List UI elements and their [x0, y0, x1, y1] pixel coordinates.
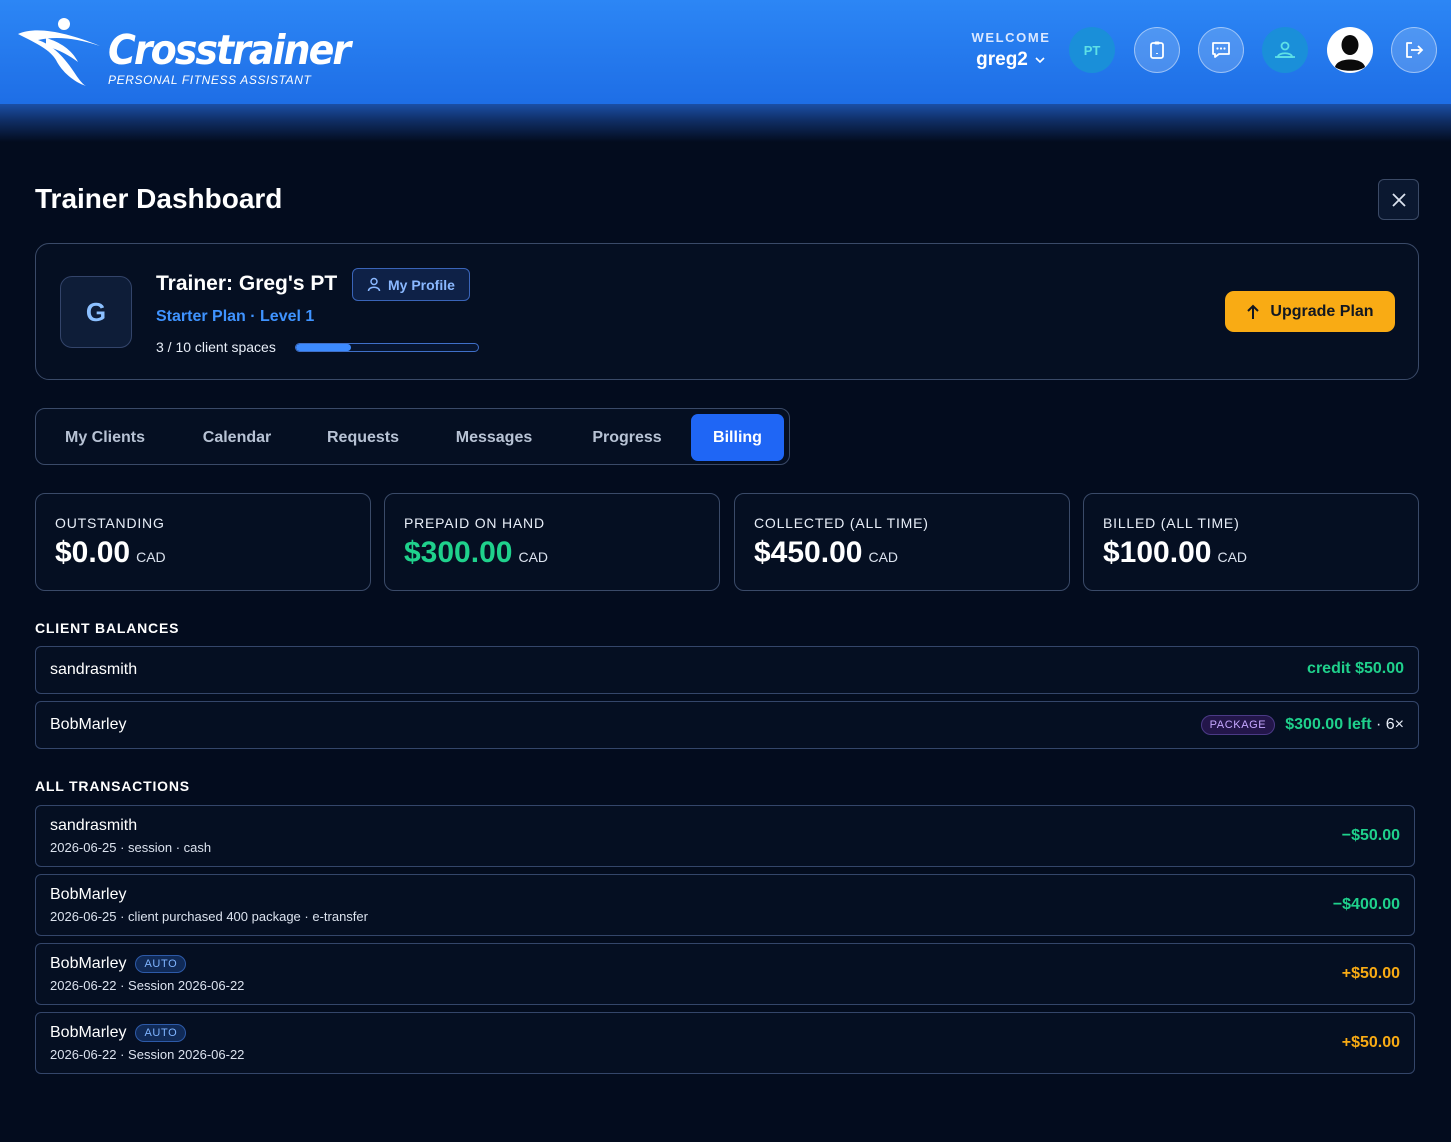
- trainer-name-prefix: Trainer:: [156, 272, 234, 295]
- package-badge: PACKAGE: [1200, 715, 1276, 735]
- client-spaces-progress-fill: [296, 344, 351, 351]
- upgrade-plan-label: Upgrade Plan: [1270, 302, 1374, 320]
- trainer-profile-card: G Trainer: Greg's PT My Profile Starter …: [35, 243, 1419, 380]
- stat-value: $0.00: [55, 536, 131, 569]
- stat-unit: CAD: [136, 549, 166, 565]
- transaction-client: BobMarley: [50, 955, 127, 972]
- balance-row[interactable]: sandrasmith credit $50.00: [35, 646, 1419, 694]
- chat-icon: [1212, 42, 1230, 58]
- avatar: [1328, 28, 1372, 72]
- balance-client-name: sandrasmith: [50, 661, 138, 678]
- clipboard-button[interactable]: [1134, 27, 1180, 73]
- my-profile-label: My Profile: [388, 276, 455, 293]
- balance-row[interactable]: BobMarley PACKAGE $300.00 left · 6×: [35, 701, 1419, 749]
- transaction-row[interactable]: sandrasmith 2026-06-25 · session · cash …: [35, 805, 1415, 867]
- transaction-client: BobMarley: [50, 1024, 127, 1041]
- clients-button[interactable]: [1262, 27, 1308, 73]
- auto-badge: AUTO: [135, 955, 187, 973]
- username: greg2: [976, 49, 1028, 70]
- stat-label: PREPAID ON HAND: [404, 515, 545, 531]
- clipboard-icon: [1150, 41, 1164, 59]
- page-title: Trainer Dashboard: [35, 183, 283, 214]
- logout-button[interactable]: [1391, 27, 1437, 73]
- user-menu[interactable]: WELCOME greg2: [966, 30, 1056, 71]
- stat-outstanding: OUTSTANDING $0.00 CAD: [35, 493, 371, 591]
- transaction-amount: −$50.00: [1341, 827, 1400, 844]
- tab-requests[interactable]: Requests: [305, 414, 421, 461]
- clients-icon: [1275, 41, 1295, 58]
- stat-label: COLLECTED (ALL TIME): [754, 515, 929, 531]
- transaction-meta: 2026-06-22 · Session 2026-06-22: [50, 1047, 245, 1062]
- trainer-avatar: G: [60, 276, 132, 348]
- transaction-amount: +$50.00: [1341, 1034, 1400, 1051]
- stat-prepaid: PREPAID ON HAND $300.00 CAD: [384, 493, 720, 591]
- auto-badge: AUTO: [135, 1024, 187, 1042]
- trainer-name: Trainer: Greg's PT: [156, 272, 337, 296]
- transaction-row[interactable]: BobMarley 2026-06-25 · client purchased …: [35, 874, 1415, 936]
- stat-value: $450.00: [754, 536, 863, 569]
- brand-logo[interactable]: Crosstrainer PERSONAL FITNESS ASSISTANT: [16, 16, 351, 88]
- close-icon: [1391, 192, 1406, 207]
- transaction-row[interactable]: BobMarley AUTO 2026-06-22 · Session 2026-…: [35, 943, 1415, 1005]
- stat-value: $300.00: [404, 536, 513, 569]
- transaction-amount: +$50.00: [1341, 965, 1400, 982]
- transaction-client: BobMarley: [50, 886, 127, 903]
- balance-client-name: BobMarley: [50, 716, 127, 733]
- arrow-up-icon: [1247, 304, 1260, 319]
- client-balances-heading: CLIENT BALANCES: [35, 620, 180, 636]
- messages-button[interactable]: [1198, 27, 1244, 73]
- package-sessions: · 6×: [1375, 716, 1404, 733]
- stat-unit: CAD: [1217, 549, 1248, 565]
- header-shadow: [0, 104, 1451, 142]
- stat-unit: CAD: [868, 549, 899, 565]
- top-bar: Crosstrainer PERSONAL FITNESS ASSISTANT …: [0, 0, 1451, 104]
- transaction-amount: −$400.00: [1332, 896, 1400, 913]
- transaction-meta: 2026-06-25 · session · cash: [50, 840, 212, 855]
- tab-progress[interactable]: Progress: [567, 414, 687, 461]
- stat-label: OUTSTANDING: [55, 515, 165, 531]
- tab-my-clients[interactable]: My Clients: [41, 414, 169, 461]
- tab-billing[interactable]: Billing: [691, 414, 784, 461]
- transaction-client: sandrasmith: [50, 817, 138, 834]
- brand-name: Crosstrainer: [108, 26, 351, 74]
- upgrade-plan-button[interactable]: Upgrade Plan: [1225, 291, 1395, 332]
- close-button[interactable]: [1378, 179, 1419, 220]
- logout-icon: [1406, 42, 1424, 58]
- stat-collected: COLLECTED (ALL TIME) $450.00 CAD: [734, 493, 1070, 591]
- transactions-heading: ALL TRANSACTIONS: [35, 778, 190, 794]
- balance-credit: credit $50.00: [1307, 660, 1404, 677]
- plan-level: Starter Plan · Level 1: [156, 308, 315, 325]
- tab-messages[interactable]: Messages: [426, 414, 562, 461]
- client-spaces-progress: [295, 343, 479, 352]
- profile-avatar-button[interactable]: [1327, 27, 1373, 73]
- pt-mode-button[interactable]: PT: [1069, 27, 1115, 73]
- package-remaining: $300.00 left: [1285, 716, 1372, 733]
- brand-tagline: PERSONAL FITNESS ASSISTANT: [108, 73, 312, 87]
- transaction-meta: 2026-06-22 · Session 2026-06-22: [50, 978, 245, 993]
- welcome-label: WELCOME: [971, 30, 1051, 45]
- tab-calendar[interactable]: Calendar: [174, 414, 300, 461]
- stat-billed: BILLED (ALL TIME) $100.00 CAD: [1083, 493, 1419, 591]
- stat-label: BILLED (ALL TIME): [1103, 515, 1240, 531]
- runner-logo-icon: [18, 18, 100, 86]
- transaction-row[interactable]: BobMarley AUTO 2026-06-22 · Session 2026-…: [35, 1012, 1415, 1074]
- dashboard-tabs: My Clients Calendar Requests Messages Pr…: [35, 408, 790, 465]
- user-icon: [367, 277, 381, 292]
- pt-badge: PT: [1083, 42, 1101, 58]
- chevron-down-icon: [1035, 57, 1045, 64]
- transaction-meta: 2026-06-25 · client purchased 400 packag…: [50, 909, 368, 924]
- stat-value: $100.00: [1103, 536, 1212, 569]
- client-spaces-text: 3 / 10 client spaces: [156, 339, 276, 355]
- stat-unit: CAD: [518, 549, 549, 565]
- my-profile-button[interactable]: My Profile: [352, 268, 470, 301]
- trainer-name-value: Greg's PT: [238, 272, 338, 295]
